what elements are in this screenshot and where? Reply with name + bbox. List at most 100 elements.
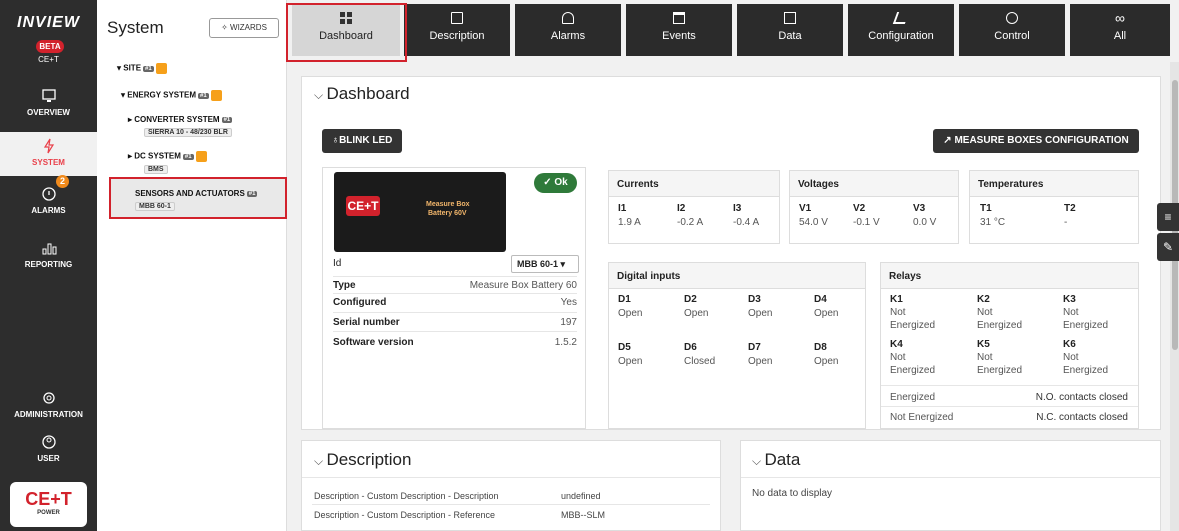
dashboard-title[interactable]: ⌵ Dashboard — [314, 84, 410, 104]
tab-events[interactable]: Events — [626, 4, 732, 56]
chevron-down-icon: ⌵ — [314, 88, 327, 102]
tree-node-site-label: SITE — [123, 63, 142, 73]
wizards-button[interactable]: ✧ WIZARDS — [209, 18, 279, 38]
tab-events-label: Events — [662, 30, 696, 42]
nav-system[interactable]: SYSTEM — [0, 138, 97, 167]
calendar-icon — [673, 12, 685, 24]
legend-energized-value: N.O. contacts closed — [1035, 392, 1128, 403]
warning-icon — [210, 90, 222, 101]
tab-alarms[interactable]: Alarms — [515, 4, 621, 56]
current-i3-label: I3 — [733, 203, 742, 214]
data-title-text: Data — [764, 450, 801, 469]
status-text: Ok — [554, 177, 568, 188]
current-i1-label: I1 — [618, 203, 627, 214]
tree-node-dc-sub: BMS — [144, 164, 168, 174]
data-panel — [740, 440, 1161, 531]
tab-description[interactable]: Description — [404, 4, 510, 56]
data-title[interactable]: ⌵ Data — [752, 450, 800, 470]
desc-row-1-label: Description - Custom Description - Descr… — [314, 491, 499, 501]
id-select-value: MBB 60-1 — [517, 259, 559, 269]
tag-badge: #1 — [221, 116, 233, 123]
nav-alarms-label: ALARMS — [31, 206, 66, 215]
edit-icon[interactable]: ✎ — [1157, 233, 1179, 261]
description-title[interactable]: ⌵ Description — [314, 450, 411, 470]
voltage-v3-value: 0.0 V — [913, 217, 937, 228]
tree-node-dc[interactable]: ▸ DC SYSTEM #1 — [128, 151, 207, 162]
measure-boxes-config-button[interactable]: ↗ MEASURE BOXES CONFIGURATION — [933, 129, 1139, 153]
voltage-v2-value: -0.1 V — [853, 217, 880, 228]
divider — [881, 385, 1138, 386]
monitor-icon — [41, 89, 56, 102]
prop-type-label: Type — [333, 280, 356, 291]
temp-t2-value: - — [1064, 217, 1068, 228]
tree-node-site[interactable]: ▾ SITE #1 — [117, 63, 167, 74]
desc-row-2-value: MBB--SLM — [561, 510, 606, 520]
nav-user[interactable]: USER — [0, 434, 97, 463]
tab-configuration-label: Configuration — [868, 30, 934, 42]
digital-d4-label: D4 — [814, 294, 827, 305]
voltage-v1-label: V1 — [799, 203, 812, 214]
digital-d2-value: Open — [684, 308, 709, 319]
device-image: CE+T Measure Box Battery 60V — [334, 172, 506, 252]
tree-node-converter[interactable]: ▸ CONVERTER SYSTEM #1 — [128, 115, 233, 124]
tab-highlight-box — [286, 3, 407, 62]
nav-alarms[interactable]: ALARMS — [0, 186, 97, 215]
divider — [302, 477, 720, 478]
nav-reporting-label: REPORTING — [24, 260, 73, 269]
tab-all-label: All — [1113, 30, 1127, 42]
chevron-down-icon: ⌵ — [314, 454, 327, 468]
divider — [333, 331, 577, 332]
relay-k2-label: K2 — [977, 294, 990, 305]
prop-software-value: 1.5.2 — [554, 337, 577, 348]
nav-reporting[interactable]: REPORTING — [0, 240, 97, 269]
id-select[interactable]: MBB 60-1 ▾ — [511, 255, 579, 273]
description-title-text: Description — [326, 450, 412, 469]
nav-user-label: USER — [37, 454, 60, 463]
divider — [333, 293, 577, 294]
relay-k6-label: K6 — [1063, 339, 1076, 350]
bell-icon — [562, 12, 574, 24]
nav-overview[interactable]: OVERVIEW — [0, 88, 97, 117]
tab-all[interactable]: ∞ All — [1070, 4, 1170, 56]
legend-not-energized-value: N.C. contacts closed — [1036, 412, 1128, 423]
divider — [881, 406, 1138, 407]
relay-k2-value-2: Energized — [977, 320, 1023, 331]
divider — [333, 312, 577, 313]
brand-logo: INVIEW — [17, 14, 80, 31]
tree-node-converter-label: CONVERTER SYSTEM — [134, 115, 220, 124]
relay-k6-value-1: Not — [1063, 352, 1079, 363]
blink-led-button[interactable]: ♁BLINK LED — [322, 129, 402, 153]
tab-control[interactable]: Control — [959, 4, 1065, 56]
voltages-card: Voltages — [789, 170, 959, 244]
currents-title: Currents — [609, 171, 779, 197]
relay-k5-value-2: Energized — [977, 365, 1023, 376]
tab-description-label: Description — [429, 30, 485, 42]
wrench-icon — [892, 12, 910, 24]
voltage-v3-label: V3 — [913, 203, 926, 214]
current-i3-value: -0.4 A — [733, 217, 760, 228]
tree-node-energy[interactable]: ▾ ENERGY SYSTEM #1 — [121, 90, 222, 101]
digital-d3-label: D3 — [748, 294, 761, 305]
digital-d5-label: D5 — [618, 342, 631, 353]
tree-node-converter-sub: SIERRA 10 - 48/230 BLR — [144, 127, 232, 137]
relay-k6-value-2: Energized — [1063, 365, 1109, 376]
relays-card: Relays — [880, 262, 1139, 429]
tab-data[interactable]: Data — [737, 4, 843, 56]
tree-node-sensors[interactable]: SENSORS AND ACTUATORS #1 — [135, 189, 258, 198]
current-i1-value: 1.9 A — [618, 217, 641, 228]
infinity-icon: ∞ — [1115, 10, 1125, 26]
nav-administration[interactable]: ADMINISTRATION — [0, 390, 97, 419]
tab-configuration[interactable]: Configuration — [848, 4, 954, 56]
tag-badge: #1 — [246, 190, 258, 197]
tab-alarms-label: Alarms — [550, 30, 586, 42]
tag-badge: #1 — [182, 153, 194, 160]
temperatures-card: Temperatures — [969, 170, 1139, 244]
filter-icon[interactable]: ≡ — [1157, 203, 1179, 231]
digital-d6-value: Closed — [684, 356, 716, 367]
tree-node-sensors-selected[interactable] — [109, 177, 287, 219]
tab-data-label: Data — [778, 30, 802, 42]
tag-badge: #1 — [143, 65, 154, 72]
current-i2-value: -0.2 A — [677, 217, 704, 228]
prop-type-value: Measure Box Battery 60 — [469, 280, 577, 291]
relay-k1-value-1: Not — [890, 307, 906, 318]
